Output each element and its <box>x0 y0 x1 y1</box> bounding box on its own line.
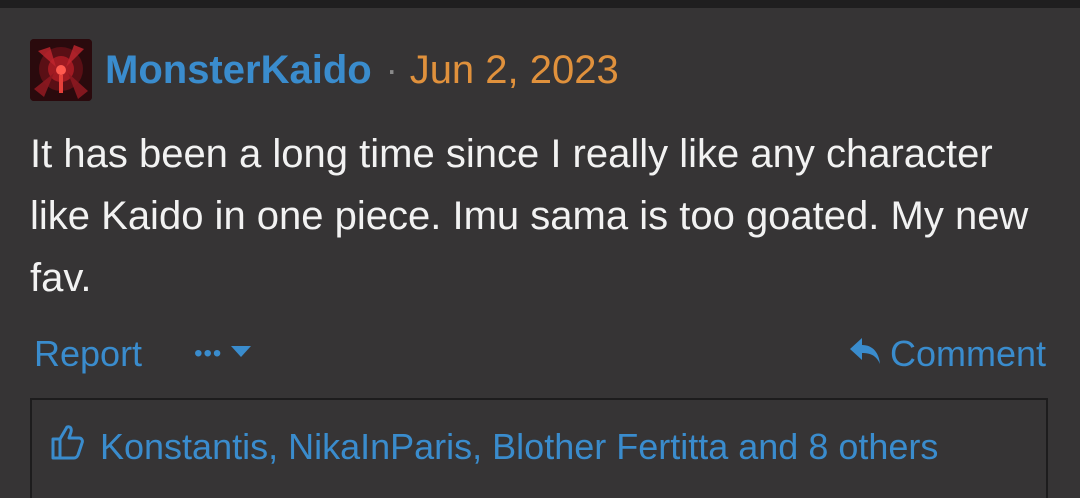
reply-arrow-icon <box>848 333 882 375</box>
avatar[interactable] <box>30 39 92 101</box>
meta-separator: · <box>385 49 398 90</box>
comment-label: Comment <box>889 333 1046 374</box>
caret-down-icon <box>230 345 252 364</box>
post-header: MonsterKaido · Jun 2, 2023 <box>30 38 619 102</box>
post-actions: Report ••• Comment <box>34 328 1046 380</box>
likes-text: Konstantis, NikaInParis, Blother Fertitt… <box>100 425 939 467</box>
author-name[interactable]: MonsterKaido <box>105 48 372 93</box>
post: MonsterKaido · Jun 2, 2023 It has been a… <box>0 8 1080 498</box>
reactions-bar: Konstantis, NikaInParis, Blother Fertitt… <box>30 398 1048 498</box>
top-divider <box>0 0 1080 8</box>
avatar-image <box>30 39 92 101</box>
thumbs-up-icon <box>50 424 84 469</box>
post-message: It has been a long time since I really l… <box>30 132 1029 300</box>
more-options-button[interactable]: ••• <box>194 340 252 368</box>
comment-button[interactable]: Comment <box>848 333 1046 375</box>
more-dots: ••• <box>194 340 223 367</box>
post-date[interactable]: Jun 2, 2023 <box>410 48 619 93</box>
likes-summary[interactable]: Konstantis, NikaInParis, Blother Fertitt… <box>50 424 938 469</box>
report-link[interactable]: Report <box>34 333 142 375</box>
